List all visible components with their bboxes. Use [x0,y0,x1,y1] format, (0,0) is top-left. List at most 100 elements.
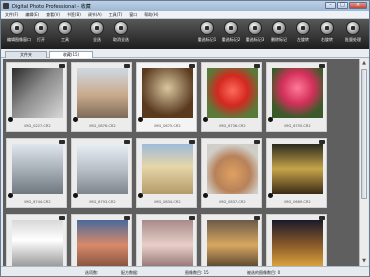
thumbnail-image [77,68,128,118]
menu-tools[interactable]: 工具(T) [109,12,123,18]
thumbnail-image [77,144,128,194]
thumbnail-image [142,220,193,266]
thumbnail-grid: IMG_0227.CR2 IMG_0876.CR2 IMG_0675.CR2 IMG_… [3,59,359,266]
thumbnail-item[interactable]: IMG_6306.CR2 [71,214,132,266]
menu-bookmark[interactable]: 书签(B) [67,12,81,18]
thumbnail-item[interactable]: IMG_0121.CR2 [266,214,327,266]
tools-button[interactable]: 工具 [55,21,75,47]
scroll-down-icon[interactable]: ▼ [361,258,367,264]
raw-badge-icon [124,140,130,144]
vertical-scrollbar[interactable]: ▲ ▼ [359,59,368,266]
check-mark-icon[interactable] [203,193,208,198]
app-window: Digital Photo Professional - 收藏 – □ × 文件… [0,0,370,277]
thumbnail-filename: IMG_0669.CR2 [284,200,311,204]
check-mark3-button[interactable]: 重选标记3 [245,21,265,47]
check-mark-icon[interactable] [8,193,13,198]
batch-process-button[interactable]: 批量处理 [343,21,363,47]
tab-collection[interactable]: 收藏(15) [49,51,93,58]
check-mark-icon[interactable] [8,117,13,122]
thumbnail-item[interactable]: IMG_6793.CR2 [71,138,132,208]
thumbnail-filename: IMG_0834.CR2 [154,200,181,204]
deselect-all-button[interactable]: 取消全选 [111,21,131,47]
thumbnail-item[interactable]: IMG_6736.CR2 [201,62,262,132]
thumbnail-item[interactable]: IMG_0834.CR2 [136,138,197,208]
thumbnail-image [12,220,63,266]
raw-badge-icon [59,64,65,68]
clear-mark-button[interactable]: 删除标记 [269,21,289,47]
thumbnail-filename: IMG_6755.CR2 [284,124,311,128]
select-all-button[interactable]: 全选 [87,21,107,47]
maximize-button[interactable]: □ [337,2,348,9]
menu-help[interactable]: 帮助(H) [144,12,158,18]
raw-badge-icon [59,140,65,144]
raw-badge-icon [319,216,325,220]
thumbnail-item[interactable]: IMG_0876.CR2 [71,62,132,132]
check-mark-icon[interactable] [138,193,143,198]
scroll-thumb[interactable] [361,69,367,199]
check-mark-icon[interactable] [73,117,78,122]
menu-edit[interactable]: 编辑(E) [25,12,39,18]
menu-window[interactable]: 窗口 [129,12,137,18]
thumbnail-image [77,220,128,266]
thumbnail-item[interactable]: IMG_0837.CR2 [201,138,262,208]
thumbnail-item[interactable]: IMG_0102.CR2 [136,214,197,266]
window-controls: – □ × [325,2,367,9]
status-bar: 选项数: 配方数据: 图像数目: 15 被选的图像数目: 0 [1,266,369,276]
raw-badge-icon [59,216,65,220]
menu-adjust[interactable]: 调节(A) [88,12,102,18]
deselect-icon [114,21,128,35]
menu-bar: 文件(F) 编辑(E) 查看(V) 书签(B) 调节(A) 工具(T) 窗口 帮… [1,11,369,19]
thumbnail-filename: IMG_6744.CR2 [24,200,51,204]
thumbnail-image [142,68,193,118]
check-mark2-icon [224,21,238,35]
thumbnail-filename: IMG_6793.CR2 [89,200,116,204]
thumbnail-item[interactable]: IMG_0669.CR2 [266,138,327,208]
thumbnail-image [142,144,193,194]
thumbnail-filename: IMG_0227.CR2 [24,124,51,128]
raw-badge-icon [124,64,130,68]
raw-badge-icon [254,140,260,144]
raw-badge-icon [319,140,325,144]
status-selected: 选项数: [85,270,99,275]
open-button[interactable]: 打开 [31,21,51,47]
edit-window-button[interactable]: 编辑图像窗口 [7,21,31,47]
raw-badge-icon [254,64,260,68]
thumbnail-image [272,144,323,194]
check-mark2-button[interactable]: 重选标记2 [221,21,241,47]
thumbnail-image [12,68,63,118]
check-mark-icon[interactable] [203,117,208,122]
thumbnail-item[interactable]: IMG_0115.CR2 [201,214,262,266]
thumbnail-image [207,68,258,118]
check-mark1-button[interactable]: 重选标记1 [197,21,217,47]
rotate-left-button[interactable]: 左旋转 [293,21,313,47]
thumbnail-image [272,220,323,266]
thumbnail-filename: IMG_6736.CR2 [219,124,246,128]
rotate-right-button[interactable]: 右旋转 [317,21,337,47]
thumbnail-item[interactable]: IMG_0675.CR2 [136,62,197,132]
menu-view[interactable]: 查看(V) [46,12,60,18]
thumbnail-image [207,220,258,266]
check-mark-icon[interactable] [268,193,273,198]
check-mark-icon[interactable] [138,117,143,122]
thumbnail-filename: IMG_0876.CR2 [89,124,116,128]
raw-badge-icon [124,216,130,220]
menu-file[interactable]: 文件(F) [5,12,18,18]
scroll-up-icon[interactable]: ▲ [361,60,367,66]
thumbnail-item[interactable]: IMG_6755.CR2 [266,62,327,132]
close-button[interactable]: × [349,2,367,9]
status-recipe: 配方数据: [121,270,139,275]
thumbnail-item[interactable]: IMG_0227.CR2 [6,62,67,132]
status-selected-count: 被选的图像数目: 0 [247,270,281,275]
open-icon [34,21,48,35]
tab-folder[interactable]: 文件夹 [5,51,47,58]
thumbnail-image [272,68,323,118]
check-mark-icon[interactable] [268,117,273,122]
thumbnail-filename: IMG_0837.CR2 [219,200,246,204]
thumbnail-item[interactable]: IMG_0751.CR2 [6,214,67,266]
minimize-button[interactable]: – [325,2,336,9]
thumbnail-item[interactable]: IMG_6744.CR2 [6,138,67,208]
rotate-right-icon [320,21,334,35]
select-all-icon [90,21,104,35]
app-icon [3,3,9,9]
check-mark-icon[interactable] [73,193,78,198]
